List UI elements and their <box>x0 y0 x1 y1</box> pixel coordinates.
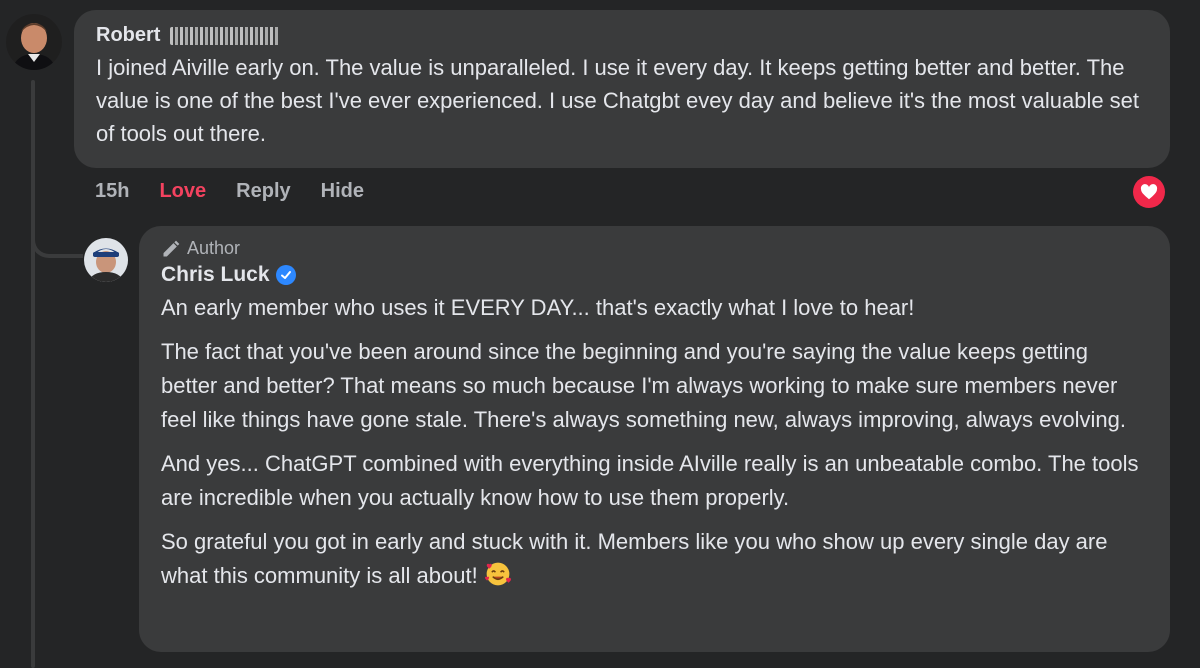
comment-actions: 15h Love Reply Hide <box>95 180 364 203</box>
pencil-icon <box>163 240 180 256</box>
reply-bubble: Author Chris Luck An early member who us… <box>139 226 1170 652</box>
reply-connector-line <box>31 190 83 258</box>
reply-avatar[interactable] <box>84 238 128 282</box>
love-button[interactable]: Love <box>159 180 206 203</box>
reply-paragraph: The fact that you've been around since t… <box>161 339 1126 432</box>
comment-author-first-name[interactable]: Robert <box>96 24 160 47</box>
comment-timestamp[interactable]: 15h <box>95 180 129 203</box>
comment-author[interactable]: Robert <box>96 24 1148 47</box>
author-badge-label: Author <box>187 238 241 258</box>
reply-author[interactable]: Chris Luck <box>161 263 1148 287</box>
author-badge: Author <box>161 238 1148 259</box>
reply-button[interactable]: Reply <box>236 180 290 203</box>
thread-line <box>31 80 35 668</box>
reply-author-name[interactable]: Chris Luck <box>161 263 270 287</box>
verified-badge-icon <box>275 265 296 285</box>
reply-paragraph-last: So grateful you got in early and stuck w… <box>161 525 1148 593</box>
reaction-badge[interactable] <box>1133 176 1165 208</box>
reply-paragraph: And yes... ChatGPT combined with everyth… <box>161 451 1139 510</box>
user-photo-icon <box>84 238 128 282</box>
comment-bubble: Robert I joined Aiville early on. The va… <box>74 10 1170 168</box>
user-photo-icon <box>6 14 62 70</box>
hide-button[interactable]: Hide <box>321 180 364 203</box>
heart-icon <box>1140 184 1158 200</box>
smiling-face-with-hearts-emoji <box>484 562 511 586</box>
reply-paragraph: An early member who uses it EVERY DAY...… <box>161 295 915 320</box>
comment-text: I joined Aiville early on. The value is … <box>96 55 1140 146</box>
reply-paragraph-text: So grateful you got in early and stuck w… <box>161 529 1108 588</box>
redacted-last-name <box>170 26 281 45</box>
avatar[interactable] <box>6 14 62 70</box>
